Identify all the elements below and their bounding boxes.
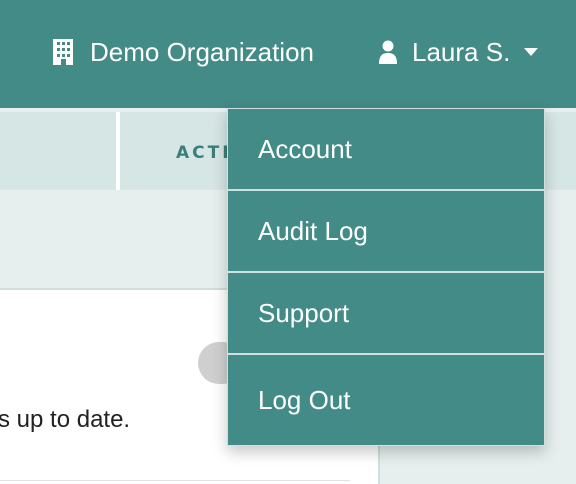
- menu-item-log-out[interactable]: Log Out: [228, 355, 544, 445]
- user-menu-toggle[interactable]: Laura S.: [378, 36, 539, 68]
- building-icon: [53, 39, 73, 65]
- menu-item-log-out-label: Log Out: [258, 384, 351, 415]
- top-navigation-bar: Demo Organization Laura S.: [0, 0, 576, 108]
- user-dropdown-menu: Account Audit Log Support Log Out: [227, 108, 545, 446]
- menu-item-support-label: Support: [258, 297, 350, 328]
- tab-first[interactable]: [0, 112, 116, 190]
- menu-item-support[interactable]: Support: [228, 273, 544, 355]
- user-icon: [379, 40, 397, 64]
- menu-item-audit-log[interactable]: Audit Log: [228, 191, 544, 273]
- menu-item-account-label: Account: [258, 133, 352, 164]
- organization-switcher[interactable]: Demo Organization: [52, 36, 314, 68]
- caret-down-icon: [524, 48, 539, 56]
- organization-name: Demo Organization: [90, 36, 314, 67]
- card-divider: [0, 480, 350, 481]
- tab-activity-label: ACTI: [176, 143, 232, 163]
- menu-item-audit-log-label: Audit Log: [258, 215, 368, 246]
- user-name: Laura S.: [412, 36, 511, 67]
- menu-item-account[interactable]: Account: [228, 109, 544, 191]
- status-message: s up to date.: [0, 406, 131, 433]
